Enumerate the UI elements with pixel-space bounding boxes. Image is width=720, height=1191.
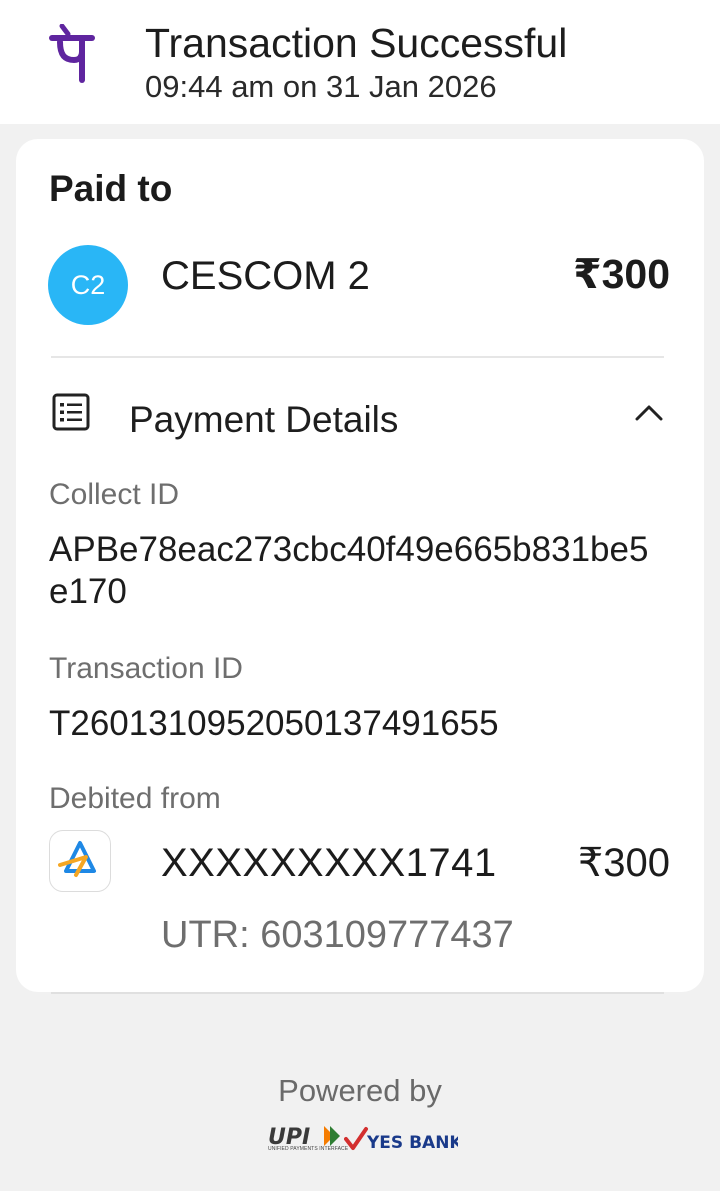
page-title: Transaction Successful — [145, 20, 568, 66]
payment-details-title[interactable]: Payment Details — [129, 397, 398, 443]
upi-subtext: UNIFIED PAYMENTS INTERFACE — [268, 1146, 349, 1152]
account-number: XXXXXXXXX1741 — [161, 841, 497, 885]
yes-bank-logo-icon: YES BANK — [344, 1127, 458, 1153]
collect-id-value[interactable]: APBe78eac273cbc40f49e665b831be5e170 — [49, 529, 649, 613]
payee-name[interactable]: CESCOM 2 — [161, 252, 370, 300]
payee-avatar: C2 — [48, 245, 128, 325]
header: Transaction Successful 09:44 am on 31 Ja… — [0, 0, 720, 124]
chevron-up-icon[interactable] — [634, 403, 664, 423]
divider — [51, 356, 664, 358]
collect-id-label: Collect ID — [49, 478, 180, 511]
debit-amount: ₹300 — [577, 841, 670, 885]
transaction-id-value[interactable]: T2601310952050137491655 — [49, 703, 669, 745]
yes-bank-text: YES BANK — [366, 1133, 458, 1153]
transaction-id-label: Transaction ID — [49, 652, 243, 685]
bank-logo-icon — [58, 841, 96, 877]
debited-from-label: Debited from — [49, 782, 221, 815]
powered-by-text: Powered by — [278, 1073, 442, 1108]
phonepe-logo-icon — [49, 24, 95, 83]
divider — [51, 992, 664, 994]
bank-icon — [49, 830, 111, 892]
transaction-card: Paid to C2 CESCOM 2 ₹300 Payment Details… — [16, 139, 704, 992]
partner-logos: UPI UNIFIED PAYMENTS INTERFACE YES BANK — [268, 1124, 458, 1156]
transaction-timestamp: 09:44 am on 31 Jan 2026 — [145, 69, 497, 104]
paid-to-label: Paid to — [49, 168, 173, 209]
list-details-icon[interactable] — [52, 393, 90, 431]
payment-amount: ₹300 — [573, 251, 670, 297]
utr-number[interactable]: UTR: 603109777437 — [161, 912, 514, 958]
